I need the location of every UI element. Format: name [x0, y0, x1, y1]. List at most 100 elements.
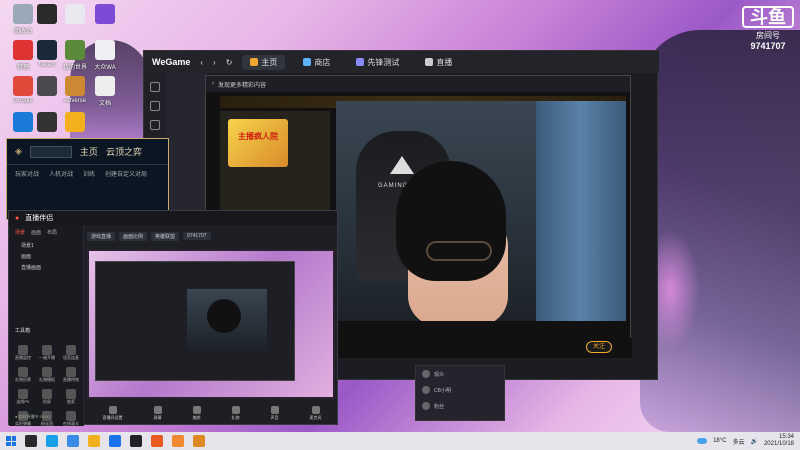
chat-text: 粉丝 [434, 403, 445, 410]
tool-button[interactable]: 语音连麦 [61, 345, 81, 361]
scene-item[interactable]: 直播画面 [9, 262, 83, 273]
lol-subnav-item[interactable]: 玩家对战 [15, 169, 39, 178]
app-title: 直播伴侣 [25, 215, 54, 222]
scene-item[interactable]: 画面 [9, 251, 83, 262]
icon-glyph [65, 4, 85, 24]
taskbar-app-icon[interactable] [25, 435, 37, 447]
w-app-icon[interactable] [88, 4, 122, 26]
toolbar-label: 麦克风 [309, 414, 322, 420]
icon-glyph [65, 40, 85, 60]
toolbar-button[interactable]: 直播间设置 [103, 405, 123, 421]
sidebar-icon[interactable] [150, 101, 160, 111]
back-icon[interactable]: ‹ [212, 81, 214, 87]
chat-row[interactable]: 粉丝 [416, 398, 504, 414]
info-chip: 9741707 [183, 232, 211, 240]
sidebar-icon[interactable] [150, 82, 160, 92]
lol-subnav-item[interactable]: 人机对战 [49, 169, 73, 178]
lol-search-input[interactable] [29, 145, 72, 158]
tool-button[interactable]: 礼物投票 [13, 367, 33, 383]
start-button[interactable] [6, 436, 16, 446]
preview-canvas[interactable] [87, 249, 335, 399]
stream-title: 发现更多精彩内容 [218, 82, 267, 89]
info-chip[interactable]: 英雄联盟 [151, 231, 180, 241]
clock[interactable]: 15:34 2021/10/18 [764, 434, 794, 448]
scene-item[interactable]: 场景1 [9, 240, 83, 251]
lol-nav-tft[interactable]: 云顶之弈 [106, 145, 142, 158]
info-chip[interactable]: 画面比例 [119, 231, 148, 241]
icon-glyph [37, 4, 57, 24]
tool-label: 直播监控 [15, 355, 31, 360]
tool-button[interactable]: 抽奖 [61, 389, 81, 405]
beta-icon [356, 58, 365, 66]
stream-logo: 斗鱼 [742, 6, 794, 28]
follow-button[interactable]: 关注 [586, 341, 612, 353]
taskbar-app-icon[interactable] [46, 435, 58, 447]
toolbar-icon [108, 405, 117, 414]
lol-nav-home[interactable]: 主页 [80, 145, 98, 158]
tab-store[interactable]: 商店 [295, 55, 338, 70]
app-logo-icon: ● [15, 214, 20, 222]
app-icon[interactable] [58, 112, 92, 134]
store-icon [303, 58, 312, 66]
tool-button[interactable]: 在线观众 [61, 411, 81, 427]
tool-button[interactable]: 直播监控 [13, 345, 33, 361]
toolbar-button[interactable]: 美颜 [192, 405, 201, 421]
toolbar-button[interactable]: 麦克风 [309, 405, 322, 421]
chat-row[interactable]: 观众 [416, 366, 504, 382]
tab-layout[interactable]: 布局 [47, 229, 57, 236]
document-icon[interactable]: 文档 [88, 76, 122, 107]
toolbar-button[interactable]: 礼物 [231, 405, 240, 421]
taskbar-app-icon[interactable] [88, 435, 100, 447]
tool-label: 礼物播报 [39, 377, 55, 382]
tool-button[interactable]: 一键开播 [37, 345, 57, 361]
icon-glyph [65, 76, 85, 96]
tab-live[interactable]: 直播 [417, 55, 460, 70]
desktop: 回收站 管理 Steam 我的世界 大众WA Google Adverse 文档 斗鱼 房间号… [0, 0, 800, 450]
lol-subnav-item[interactable]: 训练 [83, 169, 95, 178]
video-player[interactable]: GAMING [336, 101, 626, 321]
document-icon[interactable]: 大众WA [88, 40, 122, 71]
info-chip[interactable]: 游戏直播 [87, 231, 116, 241]
streamer-glasses [426, 241, 492, 261]
clock-time: 15:34 [778, 434, 794, 440]
tab-scene[interactable]: 场景 [15, 229, 25, 236]
taskbar-app-icon[interactable] [67, 435, 79, 447]
taskbar-app-icon[interactable] [172, 435, 184, 447]
minecraft-icon[interactable]: 我的世界 [58, 40, 92, 71]
weather-icon[interactable] [697, 438, 708, 444]
taskbar-app-icon[interactable] [130, 435, 142, 447]
lol-subnav-item[interactable]: 创建自定义对局 [105, 169, 147, 178]
volume-icon[interactable]: 🔊 [750, 438, 757, 445]
forward-icon[interactable]: › [213, 58, 216, 67]
weather-desc: 多云 [732, 439, 745, 446]
video-curtain [536, 101, 626, 321]
chat-row[interactable]: CB小明 [416, 382, 504, 398]
sidebar-icon[interactable] [150, 120, 160, 130]
game-icon[interactable]: Adverse [58, 76, 92, 104]
document-icon[interactable] [58, 4, 92, 26]
tool-button[interactable]: 连线PK [13, 389, 33, 405]
chat-popup: 观众 CB小明 粉丝 [415, 365, 505, 421]
icon-glyph [37, 112, 57, 132]
icon-glyph [95, 4, 115, 24]
taskbar-app-icon[interactable] [193, 435, 205, 447]
refresh-icon[interactable]: ↻ [226, 58, 233, 67]
tool-icon [18, 367, 28, 377]
tab-picture[interactable]: 画面 [31, 229, 41, 236]
toolbar-button[interactable]: 屏幕 [153, 405, 162, 421]
tool-button[interactable]: 礼物播报 [37, 367, 57, 383]
tool-icon [66, 367, 76, 377]
room-badge: 斗鱼 房间号 9741707 [742, 6, 794, 51]
tab-beta[interactable]: 先锋测试 [348, 55, 407, 70]
icon-glyph [95, 76, 115, 96]
toolbar-button[interactable]: 声音 [270, 405, 279, 421]
taskbar-app-icon[interactable] [151, 435, 163, 447]
lol-nav: ◈ 主页 云顶之弈 [7, 139, 168, 165]
back-icon[interactable]: ‹ [200, 58, 203, 67]
taskbar-app-icon[interactable] [109, 435, 121, 447]
tool-icon [18, 389, 28, 399]
tab-label: 商店 [314, 57, 331, 67]
tool-button[interactable]: 直播特效 [61, 367, 81, 383]
tab-home[interactable]: 主页 [242, 54, 286, 70]
tool-button[interactable]: 投屏 [37, 389, 57, 405]
